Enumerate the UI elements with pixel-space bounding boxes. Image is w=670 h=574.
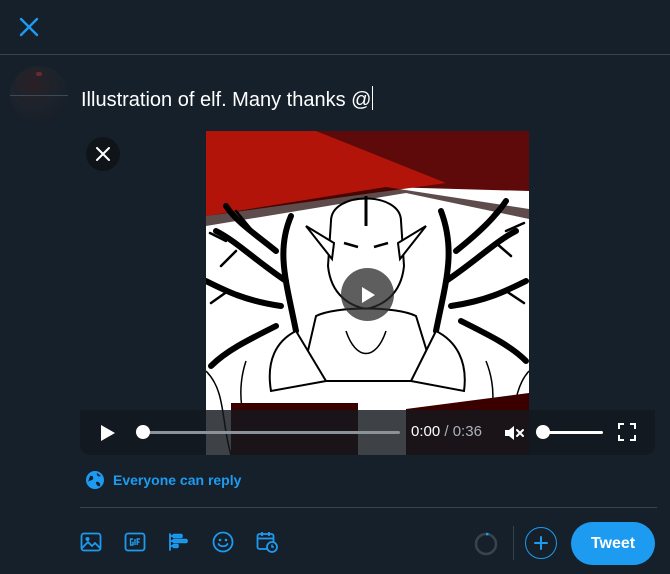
media-button[interactable] bbox=[78, 529, 104, 555]
play-overlay-button[interactable] bbox=[341, 268, 394, 321]
modal-header bbox=[0, 0, 670, 55]
fullscreen-button[interactable] bbox=[616, 421, 638, 443]
tweet-button[interactable]: Tweet bbox=[571, 522, 655, 565]
current-time: 0:00 bbox=[411, 423, 441, 440]
time-display: 0:00 / 0:36 bbox=[411, 423, 482, 440]
toolbar-divider bbox=[80, 507, 657, 508]
image-icon bbox=[80, 532, 102, 552]
duration: 0:36 bbox=[452, 423, 482, 440]
avatar-detail bbox=[36, 72, 42, 76]
seek-bar[interactable] bbox=[136, 425, 400, 439]
emoji-icon bbox=[212, 531, 234, 553]
text-caret bbox=[372, 86, 374, 110]
close-icon bbox=[19, 17, 39, 37]
gif-button[interactable] bbox=[122, 529, 148, 555]
globe-icon bbox=[86, 471, 104, 489]
volume-handle[interactable] bbox=[536, 425, 550, 439]
volume-slider[interactable] bbox=[536, 425, 603, 439]
remove-media-button[interactable] bbox=[86, 137, 120, 171]
mute-button[interactable] bbox=[502, 421, 526, 445]
schedule-button[interactable] bbox=[254, 529, 280, 555]
time-separator: / bbox=[440, 423, 453, 440]
fullscreen-icon bbox=[618, 423, 636, 441]
tweet-text-input[interactable]: Illustration of elf. Many thanks @ bbox=[81, 86, 374, 112]
play-icon bbox=[101, 425, 115, 441]
reply-setting-label: Everyone can reply bbox=[113, 472, 242, 488]
schedule-icon bbox=[256, 532, 278, 553]
tweet-text: Illustration of elf. Many thanks @ bbox=[81, 89, 372, 111]
play-icon bbox=[361, 286, 375, 303]
avatar[interactable] bbox=[10, 66, 68, 124]
emoji-button[interactable] bbox=[210, 529, 236, 555]
mute-icon bbox=[505, 426, 524, 440]
poll-button[interactable] bbox=[166, 529, 192, 555]
avatar-detail-line bbox=[10, 95, 68, 96]
remove-media-icon bbox=[96, 147, 110, 161]
plus-icon bbox=[534, 536, 548, 550]
close-button[interactable] bbox=[10, 8, 48, 46]
gif-icon bbox=[124, 532, 146, 552]
reply-setting-button[interactable]: Everyone can reply bbox=[85, 470, 241, 490]
character-count-ring bbox=[474, 532, 498, 556]
add-tweet-button[interactable] bbox=[525, 527, 557, 559]
play-button[interactable] bbox=[96, 422, 118, 444]
seek-handle[interactable] bbox=[136, 425, 151, 439]
toolbar-separator bbox=[513, 526, 514, 560]
media-attachment: 0:00 / 0:36 bbox=[80, 131, 655, 455]
poll-icon bbox=[169, 533, 188, 551]
video-controls: 0:00 / 0:36 bbox=[80, 410, 655, 455]
